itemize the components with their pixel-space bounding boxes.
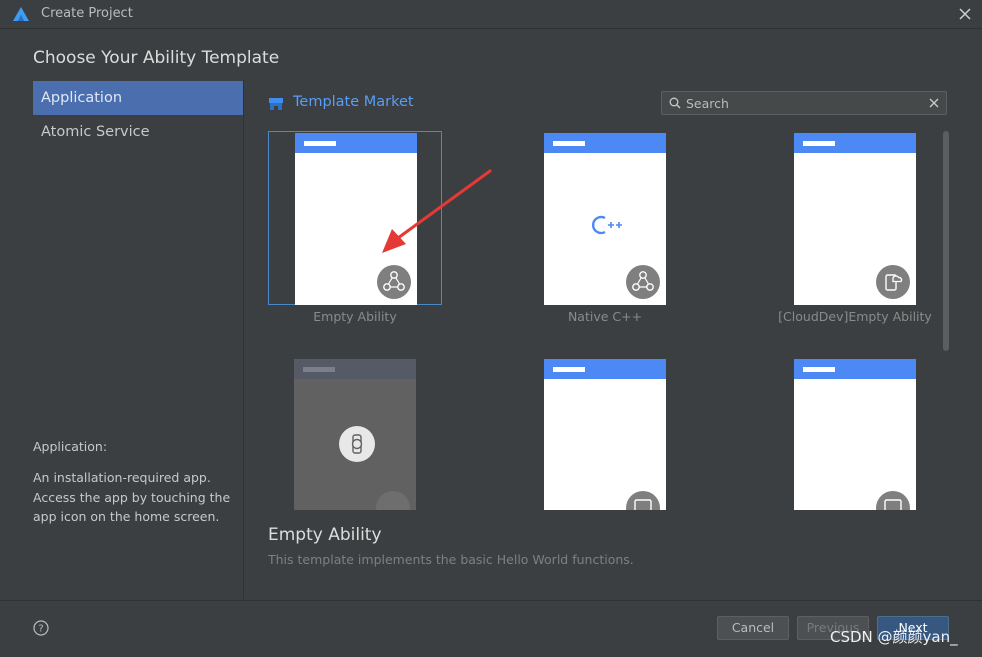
template-label: [CloudDev]Empty Ability xyxy=(778,309,932,324)
sidebar-item-atomic-service[interactable]: Atomic Service xyxy=(33,115,243,149)
template-grid: Empty Ability Native C++ [CloudDev]Empty… xyxy=(246,125,938,510)
template-preview xyxy=(794,133,916,305)
template-card[interactable] xyxy=(768,357,938,510)
cancel-button[interactable]: Cancel xyxy=(717,616,789,640)
help-icon[interactable]: ? xyxy=(33,620,49,636)
scrollbar[interactable] xyxy=(943,131,949,351)
cpp-logo-icon xyxy=(592,215,622,235)
app-logo-icon xyxy=(13,7,29,21)
sidebar-description-title: Application: xyxy=(33,439,108,454)
watermark: CSDN @颜颜yan_ xyxy=(830,628,958,646)
search-icon xyxy=(669,97,681,109)
template-card-clouddev-empty-ability[interactable] xyxy=(768,131,938,305)
ability-icon xyxy=(626,265,660,299)
template-card-watch[interactable] xyxy=(268,357,442,510)
ability-icon xyxy=(377,265,411,299)
template-preview xyxy=(544,359,666,510)
sidebar-description: An installation-required app. Access the… xyxy=(33,470,231,524)
close-icon[interactable] xyxy=(956,5,974,23)
badge-icon xyxy=(376,491,410,510)
template-detail-description: This template implements the basic Hello… xyxy=(268,552,634,567)
template-preview xyxy=(294,359,416,510)
template-preview xyxy=(794,359,916,510)
search-input[interactable] xyxy=(686,94,916,112)
window-title: Create Project xyxy=(41,6,133,21)
template-label: Empty Ability xyxy=(313,309,397,324)
phone-tablet-icon xyxy=(876,491,910,510)
watch-icon xyxy=(339,426,375,462)
page-title: Choose Your Ability Template xyxy=(33,48,280,68)
template-preview xyxy=(544,133,666,305)
annotation-arrow xyxy=(382,169,492,253)
template-card[interactable] xyxy=(518,357,692,510)
title-bar: Create Project xyxy=(0,0,982,29)
clear-search-icon[interactable] xyxy=(928,97,940,109)
template-label: Native C++ xyxy=(567,309,643,324)
template-card-native-cpp[interactable] xyxy=(518,131,692,305)
template-market-title[interactable]: Template Market xyxy=(293,94,414,110)
search-box[interactable] xyxy=(661,91,947,115)
svg-text:?: ? xyxy=(38,624,43,635)
template-detail-title: Empty Ability xyxy=(268,525,382,545)
template-market-icon xyxy=(269,98,283,110)
sidebar-item-application[interactable]: Application xyxy=(33,81,243,115)
phone-tablet-icon xyxy=(626,491,660,510)
cloud-dev-icon xyxy=(876,265,910,299)
